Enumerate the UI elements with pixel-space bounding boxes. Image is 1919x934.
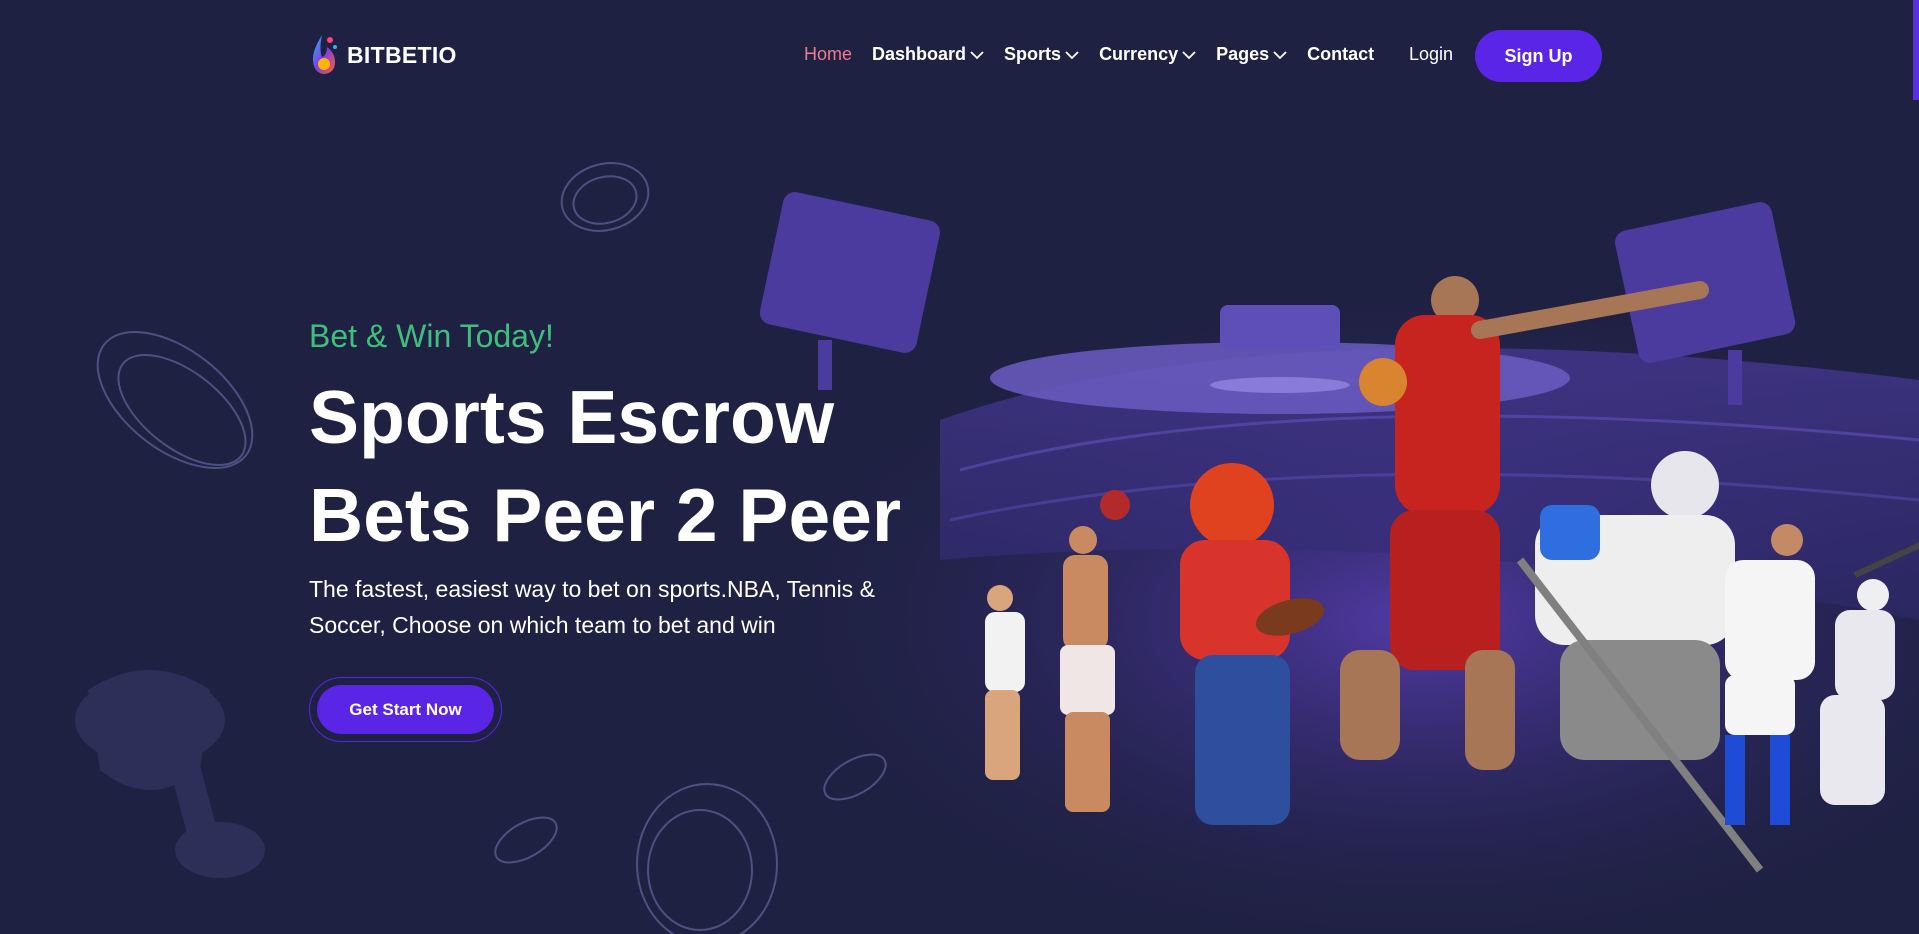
nav-item-label: Pages [1216,44,1270,64]
chevron-down-icon [970,50,984,59]
nav-item-label: Contact [1307,44,1375,64]
brand-name: BITBETIO [347,41,457,68]
hero-description: The fastest, easiest way to bet on sport… [309,576,875,638]
nav-item-label: Sports [1004,44,1062,64]
chevron-down-icon [1182,50,1196,59]
chevron-down-icon [1273,50,1287,59]
site-header: BITBETIO Home Dashboard Sports Currency … [0,0,1919,112]
trophy-decoration [75,670,265,878]
hero-headline: Sports Escrow Bets Peer 2 Peer [309,375,902,557]
nav-item-contact[interactable]: Contact [1307,44,1374,65]
flame-droplet-icon [312,35,337,74]
hero-tagline: Bet & Win Today! [309,318,554,354]
chevron-down-icon [1065,50,1079,59]
brand-logo[interactable]: BITBETIO [309,33,457,77]
hero-illustration [75,162,1919,934]
signup-button[interactable]: Sign Up [1475,30,1602,82]
nav-item-label: Home [804,44,853,64]
nav-item-label: Dashboard [872,44,967,64]
nav-item-dashboard[interactable]: Dashboard [872,44,984,65]
nav-item-sports[interactable]: Sports [1004,44,1079,65]
nav-item-currency[interactable]: Currency [1099,44,1196,65]
nav-item-label: Currency [1099,44,1179,64]
floodlight-left [759,192,940,390]
login-link[interactable]: Login [1409,44,1453,65]
nav-item-home[interactable]: Home [804,44,852,65]
main-nav: Home Dashboard Sports Currency Pages Con… [804,44,1394,65]
get-started-button[interactable]: Get Start Now [317,685,494,734]
nav-item-pages[interactable]: Pages [1216,44,1287,65]
cta-button-ring: Get Start Now [309,677,502,742]
